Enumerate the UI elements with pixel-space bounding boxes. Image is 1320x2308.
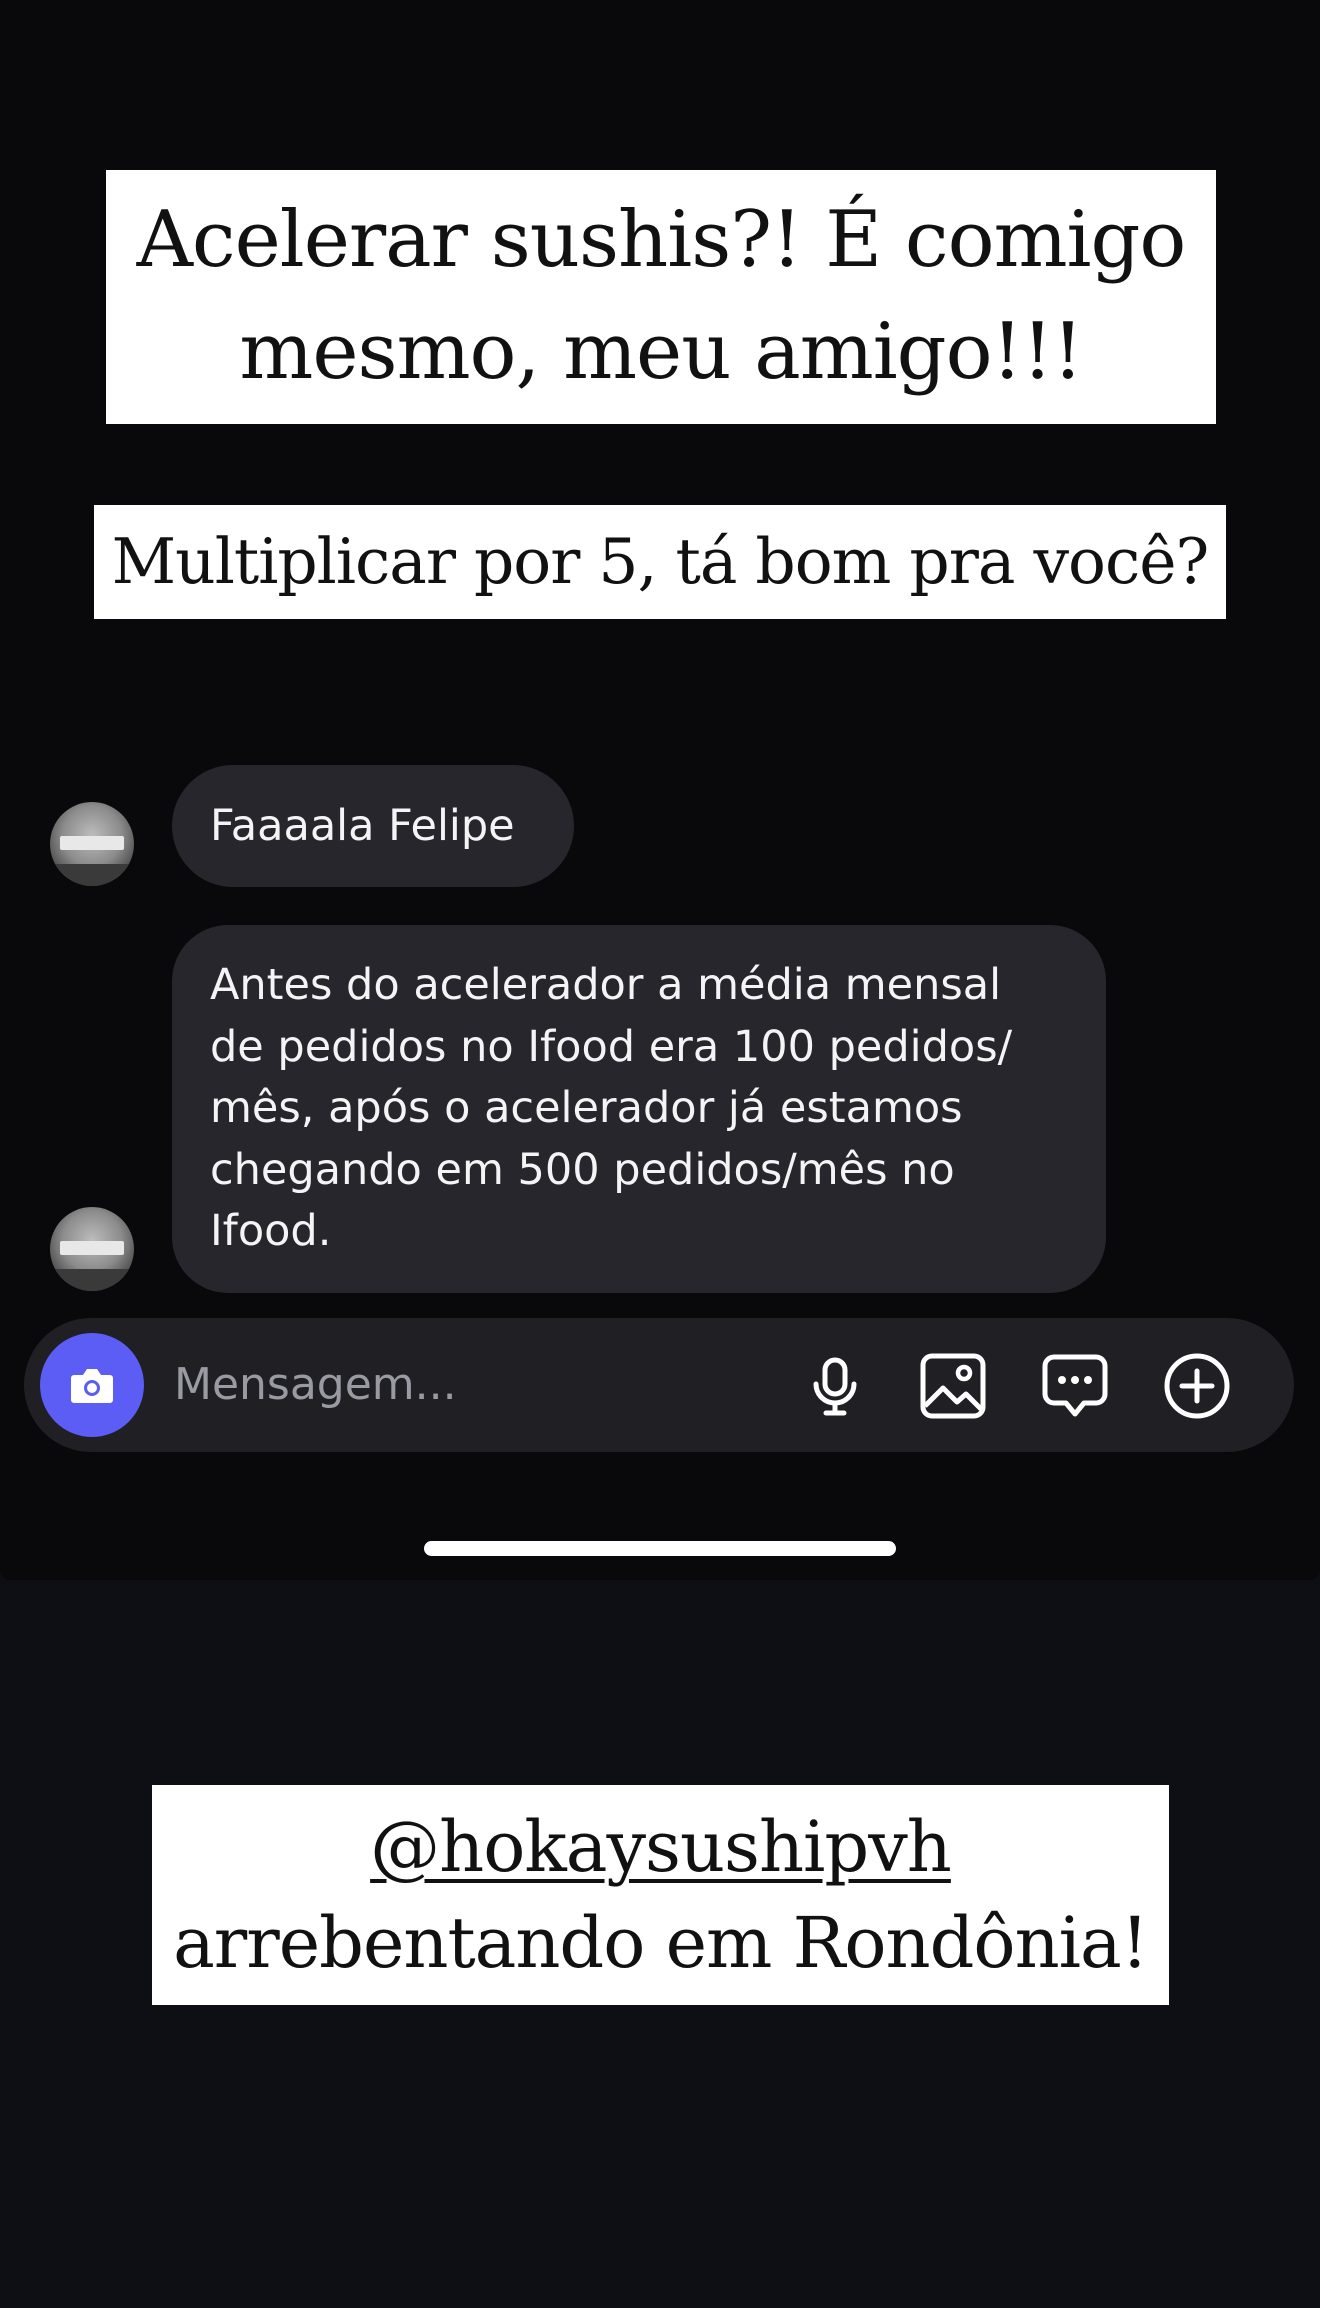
camera-icon <box>71 1369 113 1403</box>
microphone-icon[interactable] <box>800 1351 870 1421</box>
home-indicator[interactable] <box>424 1541 896 1556</box>
message-line: chegando em 500 pedidos/mês no <box>210 1144 955 1195</box>
message-bubble[interactable]: Antes do acelerador a média mensal de pe… <box>172 925 1106 1293</box>
message-line: Ifood. <box>210 1206 332 1256</box>
message-line: de pedidos no Ifood era 100 pedidos/ <box>210 1021 1013 1072</box>
plus-circle-icon[interactable] <box>1162 1351 1232 1421</box>
message-input[interactable]: Mensagem... <box>174 1318 457 1452</box>
message-bubble[interactable]: Faaaala Felipe <box>172 765 574 887</box>
camera-button[interactable] <box>40 1333 144 1437</box>
message-composer: Mensagem... <box>24 1318 1294 1452</box>
story-caption-middle: Multiplicar por 5, tá bom pra você? <box>94 505 1226 619</box>
story-caption-top: Acelerar sushis?! É comigo mesmo, meu am… <box>106 170 1216 424</box>
story-caption-bottom: @hokaysushipvh arrebentando em Rondônia! <box>152 1785 1169 2005</box>
avatar[interactable] <box>50 1207 134 1291</box>
message-line: Antes do acelerador a média mensal <box>210 960 1002 1010</box>
avatar[interactable] <box>50 802 134 886</box>
sticker-chat-icon[interactable] <box>1040 1351 1110 1421</box>
mention-link[interactable]: @hokaysushipvh <box>370 1806 952 1888</box>
chat-screen: Acelerar sushis?! É comigo mesmo, meu am… <box>0 0 1320 1580</box>
message-line: mês, após o acelerador já estamos <box>210 1083 963 1133</box>
image-icon[interactable] <box>918 1351 988 1421</box>
caption-bottom-line2: arrebentando em Rondônia! <box>173 1902 1149 1984</box>
caption-top-line1: Acelerar sushis?! É comigo <box>136 195 1187 285</box>
caption-top-line2: mesmo, meu amigo!!! <box>239 307 1083 397</box>
